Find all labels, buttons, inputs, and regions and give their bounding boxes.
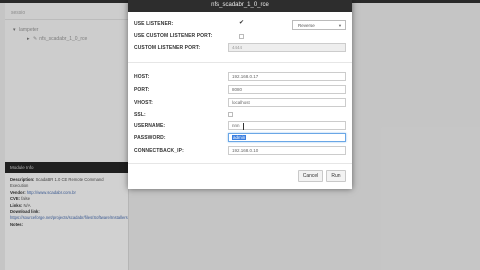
- custom-port-field[interactable]: 4444: [228, 43, 346, 52]
- connectback-field[interactable]: 192.168.0.10: [228, 146, 346, 155]
- cancel-button[interactable]: Cancel: [298, 170, 323, 182]
- ssl-label: SSL:: [134, 112, 146, 118]
- dialog-title: nfs_scadabr_1_0_rce: [128, 0, 352, 12]
- username-field[interactable]: nnn: [228, 121, 346, 130]
- port-field[interactable]: 8080: [228, 85, 346, 94]
- password-label: PASSWORD:: [134, 135, 166, 141]
- password-field[interactable]: admin: [228, 133, 346, 142]
- use-listener-label: USE LISTENER:: [134, 21, 174, 27]
- run-button[interactable]: Run: [326, 170, 346, 182]
- use-listener-checkbox[interactable]: ✔: [239, 20, 244, 26]
- divider: [128, 163, 352, 164]
- text-cursor: [243, 123, 244, 130]
- custom-port-label: CUSTOM LISTENER PORT:: [134, 45, 201, 51]
- use-custom-port-label: USE CUSTOM LISTENER PORT:: [134, 33, 213, 39]
- vhost-field[interactable]: localhost: [228, 98, 346, 107]
- ssl-checkbox[interactable]: [228, 112, 233, 117]
- module-options-dialog: nfs_scadabr_1_0_rce USE LISTENER: ✔ Reve…: [128, 0, 352, 189]
- use-custom-port-checkbox[interactable]: [239, 34, 244, 39]
- username-label: USERNAME:: [134, 123, 166, 129]
- chevron-down-icon: ▼: [338, 23, 342, 28]
- port-label: PORT:: [134, 87, 150, 93]
- divider: [128, 62, 352, 63]
- listener-type-value: Reverse: [298, 23, 315, 28]
- host-label: HOST:: [134, 74, 150, 80]
- vhost-label: VHOST:: [134, 100, 153, 106]
- host-field[interactable]: 192.168.0.17: [228, 72, 346, 81]
- password-selected-text: admin: [232, 135, 247, 140]
- connectback-label: CONNECTBACK_IP:: [134, 148, 184, 154]
- listener-type-select[interactable]: Reverse ▼: [292, 20, 346, 30]
